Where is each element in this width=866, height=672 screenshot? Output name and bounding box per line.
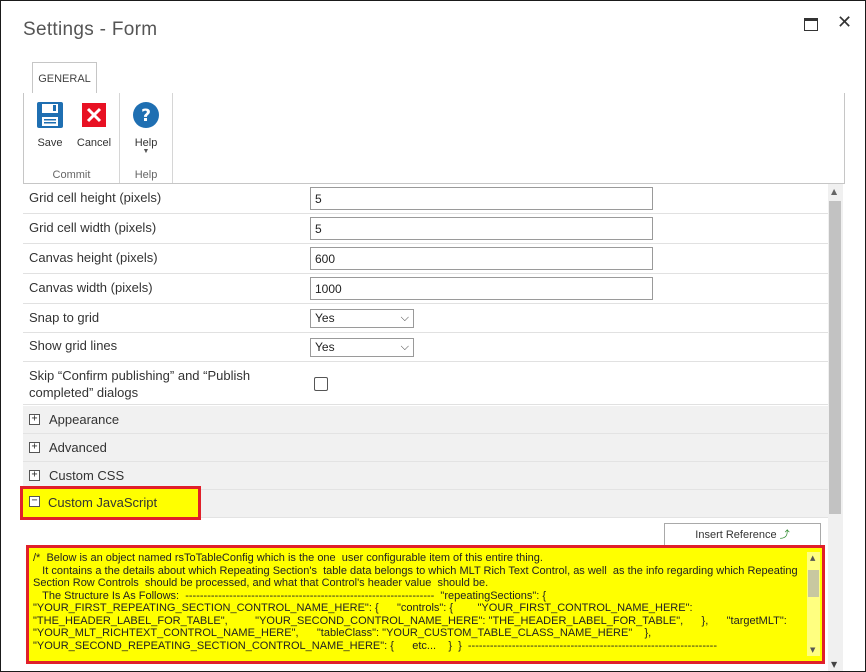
ribbon-group-label-commit: Commit	[52, 169, 91, 181]
section-title: Appearance	[49, 412, 120, 427]
field-label: Show grid lines	[29, 338, 118, 353]
insert-reference-label: Insert Reference	[695, 529, 777, 541]
save-icon	[37, 102, 63, 128]
select-value: Yes	[315, 311, 335, 325]
ribbon-group-commit: Save Cancel Commit	[24, 93, 120, 183]
custom-javascript-code[interactable]: /* Below is an object named rsToTableCon…	[33, 552, 801, 652]
row-canvas-width: Canvas width (pixels)	[23, 274, 828, 304]
save-button[interactable]: Save	[32, 101, 68, 149]
field-label: Grid cell width (pixels)	[29, 220, 157, 235]
chevron-down-icon: ⌵	[400, 341, 409, 353]
settings-dialog: Settings - Form ✕ GENERAL Save Cancel Co…	[0, 0, 866, 672]
field-label: Canvas width (pixels)	[29, 280, 153, 295]
scrollbar-thumb[interactable]	[808, 570, 819, 597]
snap-to-grid-select[interactable]: Yes ⌵	[310, 309, 414, 328]
help-button[interactable]: ? Help ▼	[128, 101, 164, 155]
section-title: Advanced	[49, 440, 107, 455]
svg-text:?: ?	[141, 106, 151, 126]
canvas-width-input[interactable]	[310, 277, 653, 300]
row-skip-dialogs: Skip “Confirm publishing” and “Publish c…	[23, 362, 828, 405]
grid-cell-height-input[interactable]	[310, 187, 653, 210]
scroll-up-icon[interactable]: ▲	[810, 554, 815, 562]
field-label: Grid cell height (pixels)	[29, 190, 162, 205]
cancel-icon	[82, 103, 106, 127]
show-grid-lines-select[interactable]: Yes ⌵	[310, 338, 414, 357]
tab-general[interactable]: GENERAL	[32, 62, 97, 95]
section-title: Custom CSS	[49, 468, 125, 483]
scroll-up-icon[interactable]: ▲	[831, 187, 837, 196]
section-appearance[interactable]: + Appearance	[23, 406, 828, 434]
editor-scrollbar[interactable]: ▲ ▼	[807, 552, 820, 656]
cancel-button[interactable]: Cancel	[74, 101, 114, 149]
help-icon: ?	[133, 102, 159, 128]
cancel-label: Cancel	[76, 137, 112, 149]
chevron-down-icon: ▼	[142, 148, 150, 155]
insert-reference-button[interactable]: Insert Reference ⤴	[664, 523, 821, 547]
close-icon[interactable]: ✕	[837, 12, 852, 33]
skip-dialogs-checkbox[interactable]	[314, 377, 328, 391]
dialog-title: Settings - Form	[23, 19, 158, 40]
chevron-down-icon: ⌵	[400, 312, 409, 324]
row-grid-cell-height: Grid cell height (pixels)	[23, 184, 828, 214]
ribbon: Save Cancel Commit ? Help ▼ Help	[23, 93, 845, 184]
form-scrollbar[interactable]: ▲ ▼	[828, 184, 843, 671]
scroll-down-icon[interactable]: ▼	[810, 646, 815, 654]
scroll-down-icon[interactable]: ▼	[831, 660, 837, 669]
collapse-icon[interactable]: −	[29, 496, 40, 507]
maximize-icon[interactable]	[804, 18, 818, 31]
ribbon-tabbar: GENERAL	[23, 59, 843, 95]
expand-icon: +	[29, 414, 40, 425]
expand-icon: +	[29, 442, 40, 453]
field-label: Skip “Confirm publishing” and “Publish c…	[29, 368, 251, 400]
custom-javascript-editor[interactable]: /* Below is an object named rsToTableCon…	[26, 545, 825, 664]
expand-icon: +	[29, 470, 40, 481]
ribbon-group-help: ? Help ▼ Help	[120, 93, 173, 183]
scrollbar-thumb[interactable]	[829, 201, 841, 514]
row-show-grid-lines: Show grid lines Yes ⌵	[23, 333, 828, 362]
row-grid-cell-width: Grid cell width (pixels)	[23, 214, 828, 244]
grid-cell-width-input[interactable]	[310, 217, 653, 240]
select-value: Yes	[315, 340, 335, 354]
row-canvas-height: Canvas height (pixels)	[23, 244, 828, 274]
canvas-height-input[interactable]	[310, 247, 653, 270]
field-label: Canvas height (pixels)	[29, 250, 158, 265]
custom-javascript-title[interactable]: Custom JavaScript	[48, 495, 157, 510]
section-advanced[interactable]: + Advanced	[23, 434, 828, 462]
field-label: Snap to grid	[29, 310, 100, 325]
row-snap-to-grid: Snap to grid Yes ⌵	[23, 304, 828, 333]
save-label: Save	[37, 137, 63, 149]
ribbon-group-label-help: Help	[134, 169, 158, 181]
insert-reference-icon: ⤴	[779, 530, 790, 541]
